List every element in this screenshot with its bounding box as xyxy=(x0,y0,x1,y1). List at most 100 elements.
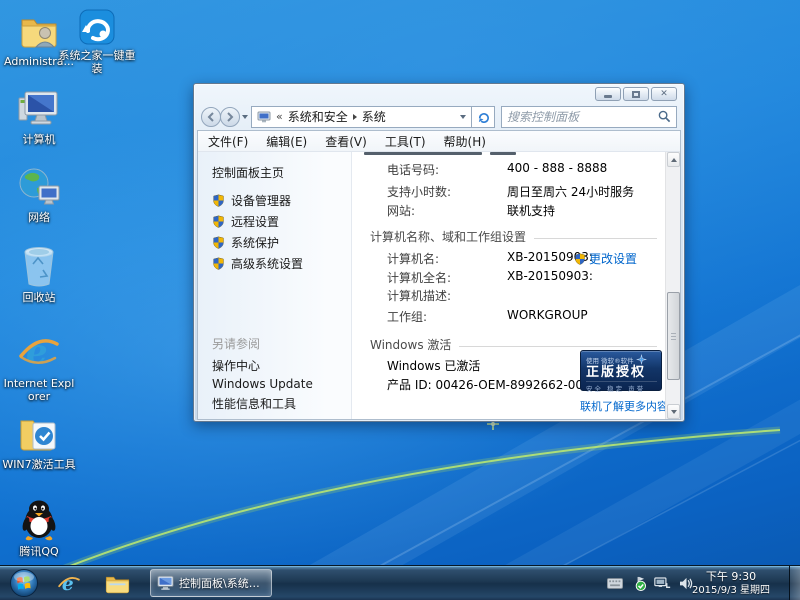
desktop-icon-network[interactable]: 网络 xyxy=(2,166,76,224)
vertical-scrollbar[interactable] xyxy=(665,152,680,419)
sidebar-item-remote-settings[interactable]: 远程设置 xyxy=(212,213,279,230)
menu-edit[interactable]: 编辑(E) xyxy=(266,133,307,150)
window-client-area: 文件(F) 编辑(E) 查看(V) 工具(T) 帮助(H) 控制面板主页 设备管… xyxy=(197,130,681,420)
clock-time: 下午 9:30 xyxy=(705,570,757,583)
sidebar-item-control-panel-home[interactable]: 控制面板主页 xyxy=(212,164,284,181)
show-desktop-button[interactable] xyxy=(789,566,800,600)
full-computer-name-value: XB-20150903: xyxy=(507,269,593,283)
desktop-icon-label: 计算机 xyxy=(22,133,56,146)
badge-subtitle: 安全 稳定 声誉 xyxy=(586,381,657,393)
learn-more-online-link[interactable]: 联机了解更多内容... xyxy=(580,398,665,414)
forward-button[interactable] xyxy=(220,106,240,127)
phone-value: 400 - 888 - 8888 xyxy=(507,161,608,175)
uac-shield-icon xyxy=(213,236,224,249)
taskbar-explorer-button[interactable] xyxy=(104,571,130,597)
workgroup-label: 工作组: xyxy=(387,310,428,324)
desktop-icon-label: 回收站 xyxy=(22,291,56,304)
support-hours-label: 支持小时数: xyxy=(387,185,452,199)
recycle-bin-icon xyxy=(24,247,54,287)
forward-arrow-icon xyxy=(227,111,234,122)
network-status-icon[interactable] xyxy=(654,577,671,590)
desktop-icon-label: 网络 xyxy=(28,211,50,224)
taskbar-clock[interactable]: 下午 9:30 2015/9/3 星期四 xyxy=(688,569,774,597)
start-button[interactable] xyxy=(9,568,39,598)
full-computer-name-label: 计算机全名: xyxy=(387,271,452,285)
section-divider xyxy=(534,237,657,239)
address-bar: « 系统和安全 系统 xyxy=(194,103,684,130)
sidebar-item-label: 系统保护 xyxy=(231,236,280,250)
taskbar-internet-explorer-button[interactable]: e xyxy=(56,571,82,597)
search-icon[interactable] xyxy=(658,110,671,123)
sidebar-item-label: 高级系统设置 xyxy=(231,257,304,271)
search-input[interactable] xyxy=(507,109,658,124)
user-folder-icon xyxy=(21,19,57,48)
full-computer-name-row: 计算机全名: XB-20150903: xyxy=(352,269,665,285)
breadcrumb-item-system[interactable]: 系统 xyxy=(362,108,386,125)
desktop-icon-recycle-bin[interactable]: 回收站 xyxy=(2,244,76,304)
sidebar-item-performance[interactable]: 性能信息和工具 xyxy=(212,395,296,412)
uac-shield-icon xyxy=(213,194,224,207)
recent-pages-dropdown[interactable] xyxy=(242,114,248,119)
system-tray xyxy=(607,576,694,591)
computer-icon xyxy=(18,91,58,125)
taskbar-active-window-label: 控制面板\系统和... xyxy=(178,577,265,590)
address-dropdown-icon[interactable] xyxy=(460,114,466,119)
sidebar-item-system-protection[interactable]: 系统保护 xyxy=(212,234,279,251)
computer-name-row: 计算机名: XB-20150903: 更改设置 xyxy=(352,250,665,266)
change-settings[interactable]: 更改设置 xyxy=(574,250,637,267)
product-id-value: 产品 ID: 00426-OEM-8992662-00006 xyxy=(387,378,606,392)
qq-penguin-icon xyxy=(22,500,56,541)
desktop-icon-reinstall-app[interactable]: 系统之家一键重装 xyxy=(58,8,136,75)
desktop: Administra... 系统之家一键重装 计算机 网络 回收站 e Inte… xyxy=(0,0,800,600)
taskbar: e 控制面板\系统和... 下午 9:30 2015/9/3 星期四 xyxy=(0,565,800,600)
computer-name-section-title: 计算机名称、域和工作组设置 xyxy=(370,230,527,244)
genuine-windows-badge[interactable]: 使用 微软®软件 正版授权 安全 稳定 声誉 xyxy=(580,350,662,393)
sidebar-item-action-center[interactable]: 操作中心 xyxy=(212,357,260,374)
desktop-icon-label: 腾讯QQ xyxy=(19,545,59,558)
back-button[interactable] xyxy=(201,106,221,127)
menu-file[interactable]: 文件(F) xyxy=(208,133,248,150)
sidebar-item-device-manager[interactable]: 设备管理器 xyxy=(212,192,291,209)
close-button[interactable] xyxy=(651,87,677,101)
refresh-button[interactable] xyxy=(472,105,495,128)
search-box[interactable] xyxy=(501,105,677,128)
system-page-icon xyxy=(257,111,271,122)
menu-view[interactable]: 查看(V) xyxy=(325,133,367,150)
computer-description-row: 计算机描述: xyxy=(352,287,665,303)
sidebar-item-label: 设备管理器 xyxy=(231,194,292,208)
genuine-star-icon xyxy=(635,354,647,365)
desktop-icon-computer[interactable]: 计算机 xyxy=(2,86,76,146)
computer-description-label: 计算机描述: xyxy=(387,289,452,303)
refresh-icon xyxy=(478,113,489,123)
uac-shield-icon xyxy=(213,215,224,228)
clipped-scrolled-text xyxy=(364,152,516,155)
change-settings-link[interactable]: 更改设置 xyxy=(589,250,637,267)
scroll-down-button[interactable] xyxy=(667,404,680,419)
scrollbar-thumb[interactable] xyxy=(667,292,680,380)
online-support-link[interactable]: 联机支持 xyxy=(507,202,555,219)
sidebar-item-label: 远程设置 xyxy=(231,215,280,229)
sidebar-item-windows-update[interactable]: Windows Update xyxy=(212,377,313,391)
window-titlebar[interactable] xyxy=(194,84,684,103)
touch-keyboard-icon[interactable] xyxy=(607,578,623,589)
breadcrumb[interactable]: « 系统和安全 系统 xyxy=(251,105,472,128)
system-info-content: 电话号码: 400 - 888 - 8888 支持小时数: 周日至周六 24小时… xyxy=(352,152,665,419)
minimize-button[interactable] xyxy=(595,87,621,101)
desktop-icon-label: 系统之家一键重装 xyxy=(58,49,136,75)
scroll-up-button[interactable] xyxy=(667,152,680,167)
desktop-icon-internet-explorer[interactable]: e Internet Explorer xyxy=(2,330,76,403)
breadcrumb-overflow-chevron[interactable]: « xyxy=(276,110,283,123)
menu-help[interactable]: 帮助(H) xyxy=(444,133,486,150)
action-center-icon[interactable] xyxy=(631,576,646,591)
breadcrumb-item-system-security[interactable]: 系统和安全 xyxy=(288,108,348,125)
sidebar-item-advanced-settings[interactable]: 高级系统设置 xyxy=(212,255,303,272)
phone-label: 电话号码: xyxy=(387,163,440,177)
badge-tagline: 使用 微软®软件 xyxy=(586,356,634,365)
desktop-icon-tencent-qq[interactable]: 腾讯QQ xyxy=(2,498,76,558)
menu-tools[interactable]: 工具(T) xyxy=(385,133,426,150)
desktop-icon-win7-activation-tool[interactable]: WIN7激活工具 xyxy=(2,413,76,471)
taskbar-active-window-button[interactable]: 控制面板\系统和... xyxy=(150,569,272,597)
back-arrow-icon xyxy=(207,111,214,122)
maximize-button[interactable] xyxy=(623,87,649,101)
reinstall-app-icon xyxy=(79,9,115,45)
